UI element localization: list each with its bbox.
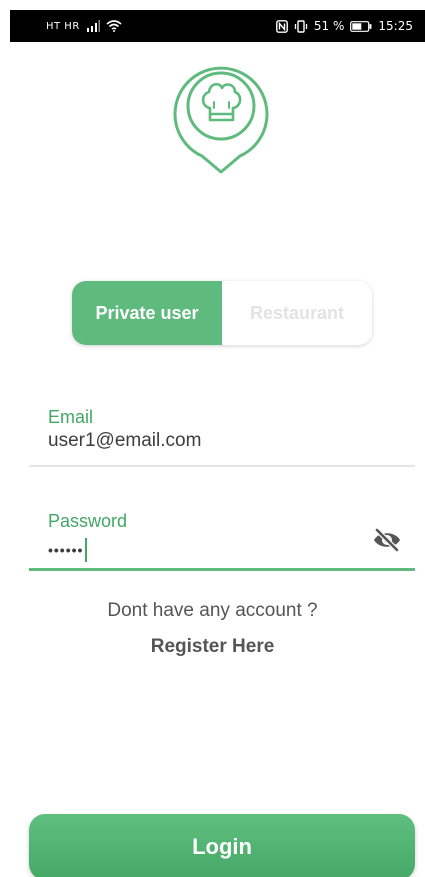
login-screen: HT HR 51 % 15:25 Private user Restaurant… [0,0,425,877]
email-label: Email [48,407,94,427]
carrier-name: HT HR [46,20,80,32]
status-left: HT HR [46,20,122,32]
password-underline [29,568,415,571]
password-masked-text: •••••• [48,542,84,558]
status-right: 51 % 15:25 [276,19,413,33]
password-field[interactable]: Password •••••• [29,511,415,562]
email-input[interactable]: user1@email.com [48,430,415,452]
vibrate-icon [294,19,308,33]
text-cursor [85,538,88,562]
eye-off-icon[interactable] [372,527,402,553]
register-here-link[interactable]: Register Here [0,636,425,658]
login-button[interactable]: Login [29,814,415,877]
wifi-icon [106,20,122,32]
private-user-option[interactable]: Private user [72,281,222,345]
password-label: Password [48,511,128,531]
chef-hat-location-pin-icon [172,58,270,176]
password-input[interactable]: •••••• [48,538,415,562]
nfc-icon [276,19,288,33]
user-type-toggle: Private user Restaurant [72,281,372,345]
signal-icon [86,20,100,32]
battery-icon [350,20,372,32]
battery-percent: 51 % [313,19,345,33]
status-bar: HT HR 51 % 15:25 [10,10,425,42]
email-underline [29,465,415,467]
no-account-text: Dont have any account ? [107,600,318,621]
email-field[interactable]: Email user1@email.com [29,407,415,452]
clock: 15:25 [378,19,413,33]
restaurant-option[interactable]: Restaurant [222,281,372,345]
